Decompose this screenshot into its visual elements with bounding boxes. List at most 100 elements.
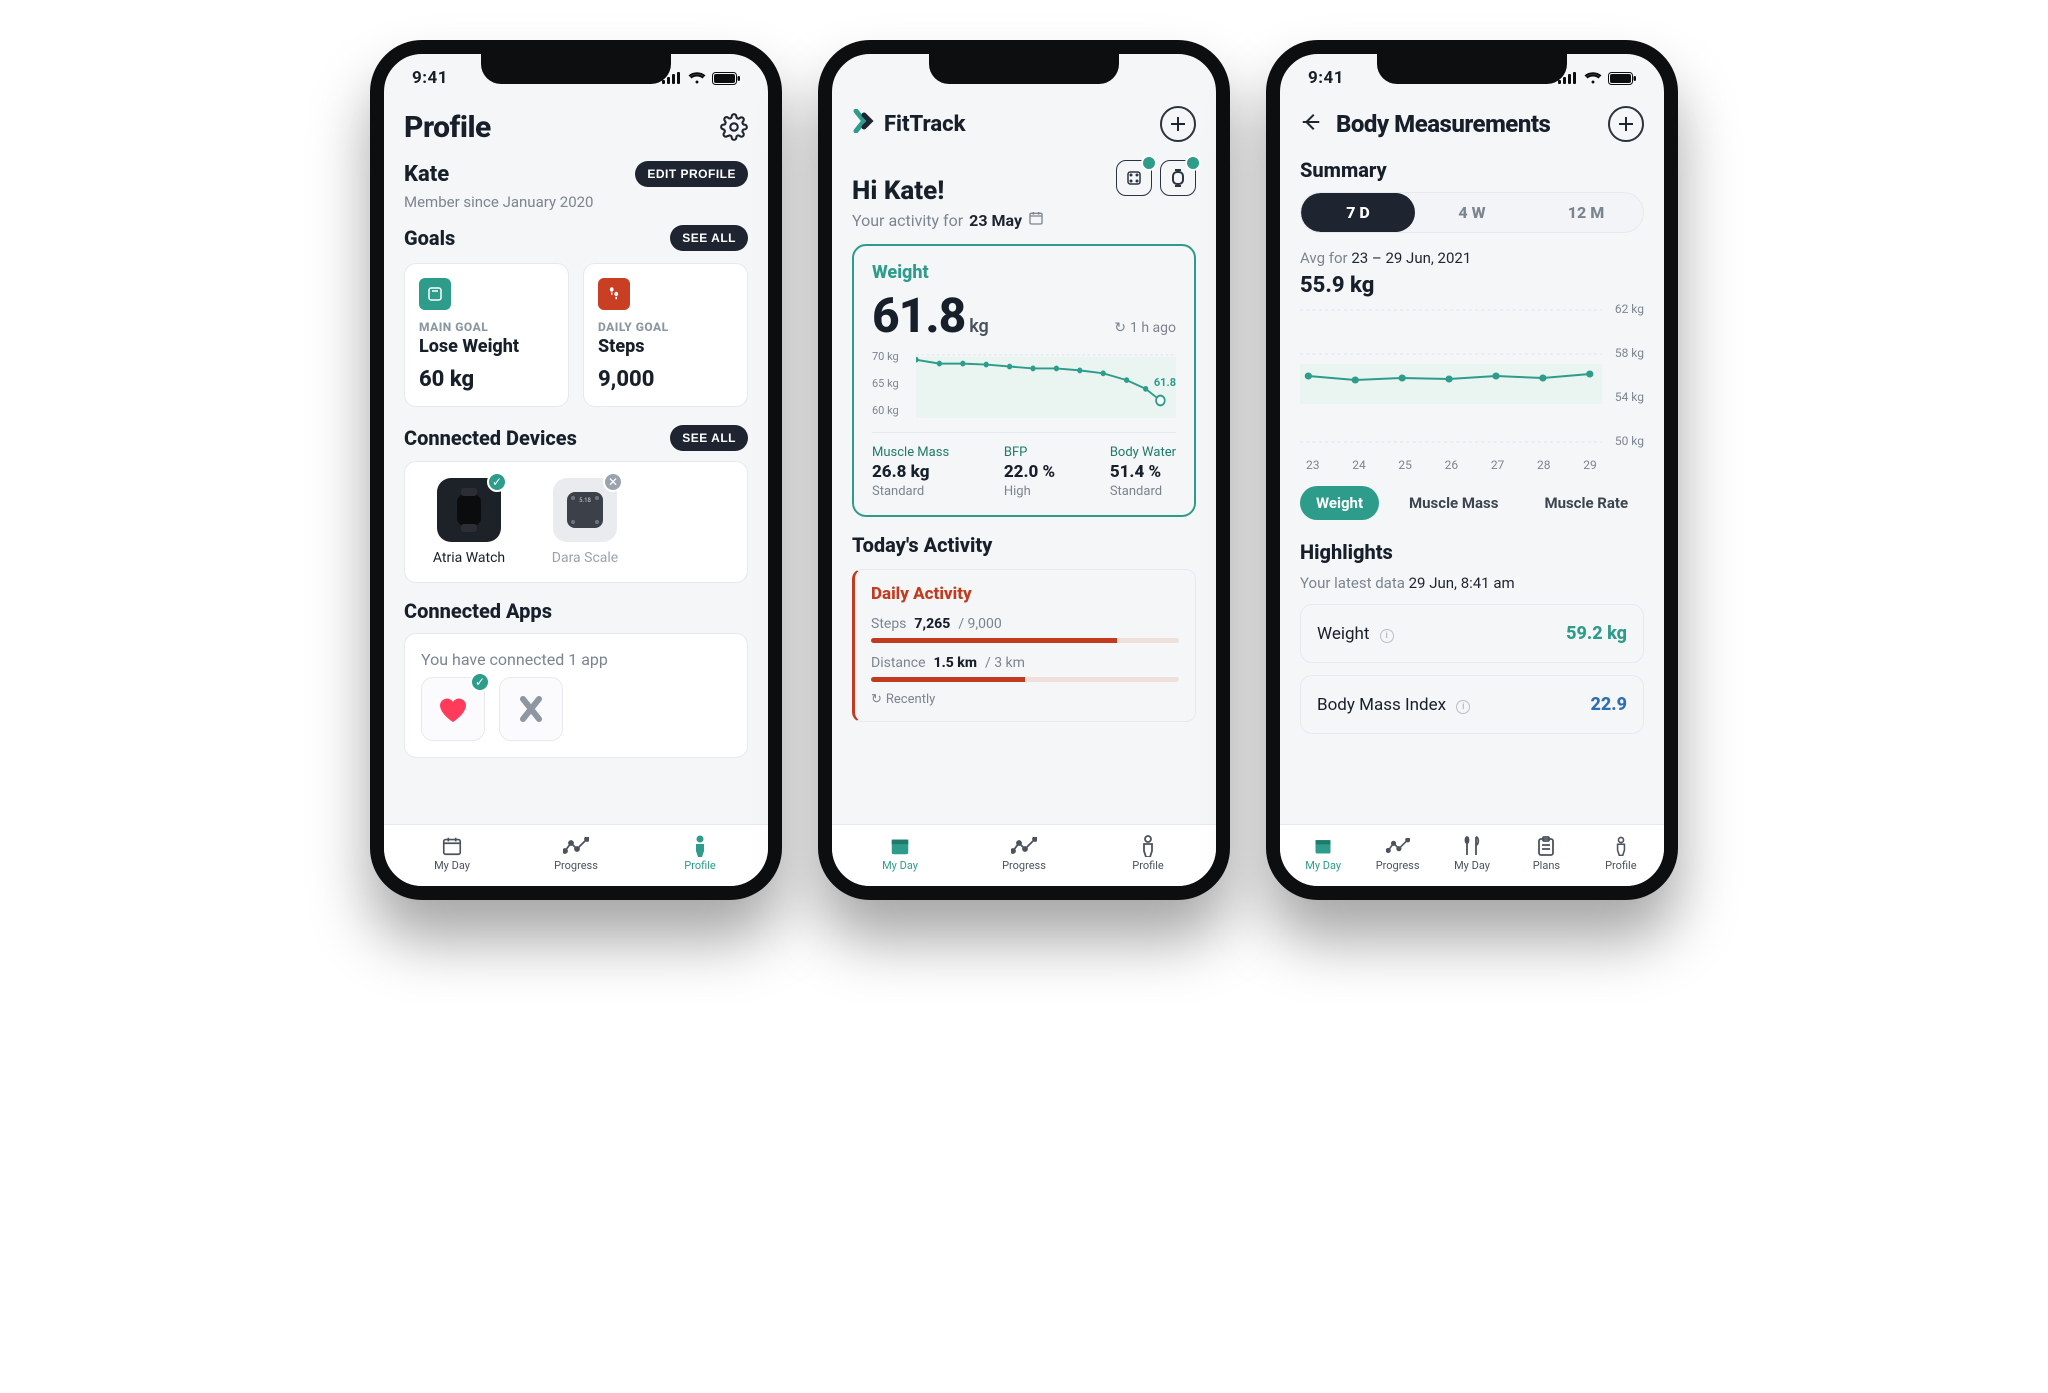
weight-card[interactable]: Weight 61.8 kg ↻ 1 h ago 70 kg 65 kg	[852, 244, 1196, 517]
subline-prefix: Your activity for	[852, 211, 963, 230]
highlight-label: Body Mass Index	[1317, 695, 1446, 715]
weight-chart-endlabel: 61.8	[1154, 376, 1176, 389]
arrow-left-icon	[1300, 111, 1322, 133]
utensils-icon	[1435, 835, 1509, 857]
metric-status: Standard	[1110, 484, 1176, 499]
phone-measurements: 9:41 Body Measurements	[1266, 40, 1678, 900]
highlight-bmi[interactable]: Body Mass Index i 22.9	[1300, 675, 1644, 734]
tab-bar: My Day Progress Profile	[384, 824, 768, 886]
seg-12m[interactable]: 12 M	[1529, 193, 1643, 232]
scale-device-icon: 5.18	[563, 488, 607, 532]
tab-bar: My Day Progress My Day Plans Profile	[1280, 824, 1664, 886]
goals-see-all-button[interactable]: SEE ALL	[670, 225, 748, 251]
pill-muscle-mass[interactable]: Muscle Mass	[1393, 486, 1514, 520]
profile-icon	[1086, 835, 1210, 857]
check-icon	[1141, 155, 1157, 171]
tab-profile[interactable]: Profile	[1584, 835, 1658, 872]
highlight-weight[interactable]: Weight i 59.2 kg	[1300, 604, 1644, 663]
tab-profile[interactable]: Profile	[1086, 835, 1210, 872]
seg-7d[interactable]: 7 D	[1301, 193, 1415, 232]
progress-icon	[514, 835, 638, 857]
daily-activity-card[interactable]: Daily Activity Steps 7,265 / 9,000 Dista…	[852, 569, 1196, 722]
devices-see-all-button[interactable]: SEE ALL	[670, 425, 748, 451]
notch	[1377, 54, 1567, 84]
add-button[interactable]	[1160, 106, 1196, 142]
calendar-icon	[1286, 835, 1360, 857]
edit-profile-button[interactable]: EDIT PROFILE	[635, 161, 748, 187]
tab-label: Plans	[1509, 859, 1583, 872]
settings-button[interactable]	[720, 113, 748, 145]
device-dara-scale[interactable]: 5.18 ✕ Dara Scale	[537, 478, 633, 566]
info-icon[interactable]: i	[1380, 629, 1394, 643]
wifi-icon	[1584, 72, 1602, 84]
scale-mini-icon	[1125, 169, 1143, 187]
tab-plans[interactable]: Plans	[1509, 835, 1583, 872]
latest-ts: 29 Jun, 8:41 am	[1409, 574, 1515, 592]
goal-main-name: Lose Weight	[419, 336, 554, 357]
progress-icon	[1360, 835, 1434, 857]
profile-icon	[638, 835, 762, 857]
latest-prefix: Your latest data	[1300, 574, 1409, 592]
tab-label: My Day	[390, 859, 514, 872]
device-scale-button[interactable]	[1116, 160, 1152, 196]
scale-icon	[419, 278, 451, 310]
metric-value: 22.0 %	[1004, 462, 1055, 482]
user-name: Kate	[404, 162, 449, 187]
tab-label: My Day	[1435, 859, 1509, 872]
ytick: 58 kg	[1615, 346, 1644, 360]
goal-daily-name: Steps	[598, 336, 733, 357]
tab-my-day[interactable]: My Day	[838, 835, 962, 872]
avg-prefix: Avg for	[1300, 249, 1351, 267]
goal-card-main[interactable]: MAIN GOAL Lose Weight 60 kg	[404, 263, 569, 407]
tab-label: My Day	[838, 859, 962, 872]
tab-progress[interactable]: Progress	[962, 835, 1086, 872]
calendar-small-icon	[1028, 210, 1044, 230]
xtick: 25	[1398, 458, 1412, 472]
summary-title: Summary	[1300, 158, 1644, 182]
xticks: 23 24 25 26 27 28 29	[1300, 454, 1603, 472]
metric-pills[interactable]: Weight Muscle Mass Muscle Rate Body Fa	[1300, 486, 1644, 520]
add-button[interactable]	[1608, 106, 1644, 142]
ytick: 54 kg	[1615, 390, 1644, 404]
tab-meals[interactable]: My Day	[1435, 835, 1509, 872]
metric-bfp: BFP 22.0 % High	[1004, 445, 1055, 499]
tab-label: My Day	[1286, 859, 1360, 872]
device-label: Atria Watch	[421, 550, 517, 566]
info-icon[interactable]: i	[1456, 700, 1470, 714]
notch	[481, 54, 671, 84]
gear-icon	[720, 113, 748, 141]
battery-icon	[1608, 72, 1636, 85]
pill-muscle-rate[interactable]: Muscle Rate	[1528, 486, 1644, 520]
ytick: 50 kg	[1615, 434, 1644, 448]
svg-text:5.18: 5.18	[579, 497, 591, 504]
metric-label: Muscle Mass	[872, 445, 949, 460]
app-fit[interactable]	[499, 677, 563, 741]
tab-bar: My Day Progress Profile	[832, 824, 1216, 886]
tab-profile[interactable]: Profile	[638, 835, 762, 872]
device-atria-watch[interactable]: ✓ Atria Watch	[421, 478, 517, 566]
app-health[interactable]: ✓	[421, 677, 485, 741]
latest-line: Your latest data 29 Jun, 8:41 am	[1300, 574, 1644, 592]
pill-weight[interactable]: Weight	[1300, 486, 1379, 520]
tab-progress[interactable]: Progress	[514, 835, 638, 872]
brand-mark-icon	[852, 109, 876, 139]
weight-updated-text: 1 h ago	[1130, 320, 1176, 336]
distance-value: 1.5 km	[934, 655, 977, 671]
highlight-value: 59.2 kg	[1566, 623, 1627, 644]
brand-name: FitTrack	[884, 112, 965, 137]
goal-card-daily[interactable]: DAILY GOAL Steps 9,000	[583, 263, 748, 407]
distance-progress	[871, 677, 1179, 682]
activity-date[interactable]: Your activity for 23 May	[852, 210, 1044, 230]
tab-my-day[interactable]: My Day	[390, 835, 514, 872]
tab-label: Profile	[1584, 859, 1658, 872]
tab-my-day[interactable]: My Day	[1286, 835, 1360, 872]
back-button[interactable]	[1300, 111, 1322, 137]
daily-activity-label: Daily Activity	[871, 584, 1179, 604]
plus-icon	[1618, 116, 1634, 132]
tab-progress[interactable]: Progress	[1360, 835, 1434, 872]
seg-4w[interactable]: 4 W	[1415, 193, 1529, 232]
phone-profile: 9:41 Profile Kate	[370, 40, 782, 900]
device-watch-button[interactable]	[1160, 160, 1196, 196]
metric-status: High	[1004, 484, 1055, 499]
metric-value: 26.8 kg	[872, 462, 949, 482]
